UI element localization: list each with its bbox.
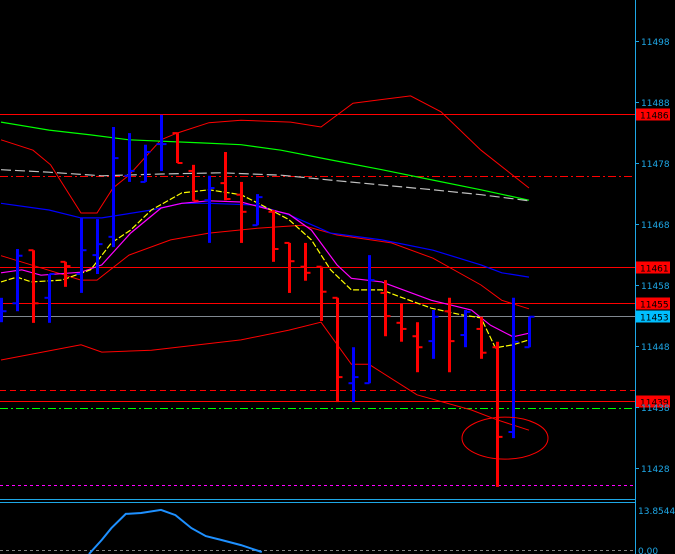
ohlc-bar <box>172 132 183 164</box>
ohlc-bar <box>108 127 119 248</box>
ohlc-bar <box>524 315 535 349</box>
ohlc-bar <box>252 194 263 227</box>
ohlc-bar <box>380 280 391 337</box>
axis-tick-label: 11498 <box>641 38 670 48</box>
axis-tick-label: 11488 <box>641 99 670 109</box>
ohlc-bar <box>428 310 439 359</box>
ohlc-bar <box>476 316 487 359</box>
annotations <box>461 416 549 460</box>
price-tag-label: 11461 <box>640 265 669 275</box>
price-tag-label: 11455 <box>640 301 669 311</box>
ohlc-bar <box>444 297 455 373</box>
axis-tick-label: 11468 <box>641 221 670 231</box>
ohlc-bar <box>44 273 55 323</box>
axis-tick-label: 11438 <box>641 404 670 414</box>
ohlc-bar <box>412 322 423 373</box>
ohlc-bar <box>316 265 327 321</box>
axis-tick-label: 11458 <box>641 282 670 292</box>
ohlc-bar <box>12 249 23 312</box>
axis-tick-label: 11428 <box>641 465 670 475</box>
subwindow-tick-label: 0.00 <box>638 547 658 554</box>
ohlc-bar <box>76 217 87 293</box>
axis-tick-label: 11448 <box>641 343 670 353</box>
ohlc-bar <box>188 164 199 202</box>
indicator-line <box>0 169 530 202</box>
subwindow-indicator-line <box>88 508 263 554</box>
price-tag-label: 11486 <box>640 112 669 122</box>
subwindow-tick-label: 13.8544 <box>638 507 675 517</box>
price-tag-label: 11453 <box>640 314 669 324</box>
ohlc-bar <box>396 303 407 342</box>
ohlc-bar <box>300 242 311 281</box>
ohlc-bar <box>0 297 7 323</box>
indicator-line <box>0 121 530 201</box>
ohlc-bar <box>348 347 359 403</box>
ohlc-bar <box>460 310 471 348</box>
price-axis: 1148611461114551145311439114981148811478… <box>635 0 675 554</box>
indicator-subwindow <box>0 499 635 554</box>
horizontal-levels <box>0 114 635 486</box>
ohlc-bars <box>0 114 535 487</box>
ohlc-bar <box>492 341 503 487</box>
trading-chart-window: 11486 11461 11455 11453 11439 11498 11488 11478… <box>0 0 675 554</box>
indicator-line <box>0 95 530 214</box>
price-chart[interactable]: 1148611461114551145311439114981148811478… <box>0 0 675 554</box>
annotation-ellipse <box>461 416 549 460</box>
ohlc-bar <box>28 249 39 323</box>
ohlc-bar <box>236 181 247 243</box>
ohlc-bar <box>268 209 279 262</box>
axis-tick-label: 11478 <box>641 160 670 170</box>
